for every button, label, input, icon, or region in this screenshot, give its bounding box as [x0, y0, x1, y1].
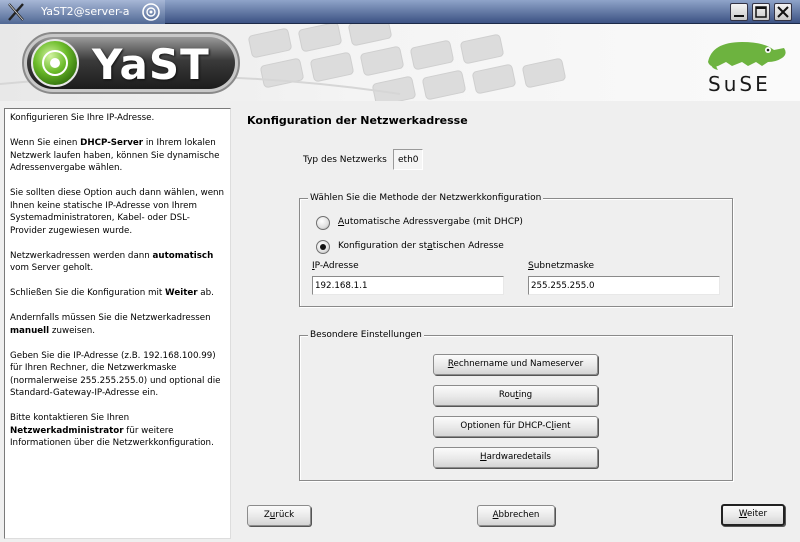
- close-icon: [777, 6, 789, 18]
- help-paragraph: Geben Sie die IP-Adresse (z.B. 192.168.1…: [10, 350, 225, 400]
- help-bold-text: manuell: [10, 325, 50, 336]
- label-text: tischen Adresse: [432, 241, 504, 251]
- label-text: Konfiguration der st: [338, 241, 428, 251]
- help-paragraph: Bitte kontaktieren Sie Ihren Netzwerkadm…: [10, 412, 225, 450]
- label-text: ardwaredetails: [486, 452, 551, 462]
- window-titlebar[interactable]: YaST2@server-a: [0, 0, 800, 24]
- routing-button[interactable]: Routing: [433, 385, 598, 406]
- dhcp-client-options-button[interactable]: Optionen für DHCP-Client: [433, 416, 598, 437]
- window-title: YaST2@server-a: [41, 5, 130, 18]
- page-title: Konfiguration der Netzwerkadresse: [247, 114, 468, 127]
- help-text: zuweisen.: [49, 325, 95, 336]
- config-method-group: Wählen Sie die Methode der Netzwerkkonfi…: [299, 193, 733, 307]
- maximize-icon: [755, 6, 767, 18]
- help-bold-text: automatisch: [152, 250, 214, 261]
- suse-logo-text: SuSE: [708, 72, 771, 96]
- special-settings-group-title: Besondere Einstellungen: [308, 330, 424, 340]
- help-paragraph: Schließen Sie die Konfiguration mit Weit…: [10, 287, 225, 300]
- help-text: Schließen Sie die Konfiguration mit: [10, 288, 166, 298]
- label-text: P-Adresse: [314, 261, 359, 271]
- help-text: Andernfalls müssen Sie die Netzwerkadres…: [10, 313, 211, 323]
- dhcp-radio[interactable]: [316, 216, 330, 230]
- subnet-mask-label: Subnetzmaske: [528, 261, 594, 271]
- maximize-button[interactable]: [752, 3, 770, 21]
- label-hotkey: W: [738, 509, 747, 519]
- help-bold-text: Weiter: [165, 288, 198, 298]
- label-text: ing: [518, 390, 533, 400]
- yast-logo-text: YaST: [92, 40, 210, 89]
- close-button[interactable]: [774, 3, 792, 21]
- network-type-value: eth0: [393, 149, 423, 170]
- help-paragraph: Sie sollten diese Option auch dann wähle…: [10, 187, 225, 237]
- help-text: Konfigurieren Sie Ihre IP-Adresse.: [10, 113, 155, 123]
- help-text: Sie sollten diese Option auch dann wähle…: [10, 188, 225, 236]
- special-settings-group: Besondere Einstellungen Rechnername und …: [299, 330, 733, 481]
- label-text: utomatische Adressvergabe (mit DHCP): [344, 217, 523, 227]
- next-button[interactable]: Weiter: [721, 504, 785, 526]
- help-text: Netzwerkadressen werden dann: [10, 250, 153, 261]
- label-text: ubnetzmaske: [533, 261, 595, 271]
- hostname-nameserver-button[interactable]: Rechnername und Nameserver: [433, 354, 598, 375]
- minimize-icon: [734, 15, 744, 17]
- help-paragraph: Wenn Sie einen DHCP-Server in Ihrem loka…: [10, 137, 225, 175]
- help-text-panel[interactable]: Konfigurieren Sie Ihre IP-Adresse. Wenn …: [4, 108, 231, 539]
- cancel-button[interactable]: Abbrechen: [477, 505, 555, 526]
- static-address-radio[interactable]: [316, 240, 330, 254]
- config-method-group-title: Wählen Sie die Methode der Netzwerkkonfi…: [308, 193, 544, 203]
- back-button[interactable]: Zurück: [247, 505, 311, 526]
- network-type-label: Typ des Netzwerks: [303, 155, 387, 165]
- label-text: Optionen für DHCP-C: [460, 421, 552, 431]
- help-text: Bitte kontaktieren Sie Ihren: [10, 413, 130, 423]
- x-window-icon: [8, 3, 24, 21]
- help-text: Geben Sie die IP-Adresse (z.B. 192.168.1…: [10, 350, 221, 399]
- help-bold-text: Netzwerkadministrator: [10, 425, 124, 436]
- label-text: Rou: [498, 390, 516, 400]
- ip-address-input[interactable]: 192.168.1.1: [312, 276, 504, 295]
- yast-banner: YaST SuSE: [0, 24, 800, 101]
- help-paragraph: Konfigurieren Sie Ihre IP-Adresse.: [10, 112, 225, 125]
- label-text: bbrechen: [498, 510, 540, 520]
- help-text: ab.: [197, 288, 214, 298]
- help-text: Wenn Sie einen: [10, 138, 81, 148]
- help-paragraph: Netzwerkadressen werden dann automatisch…: [10, 250, 225, 275]
- label-text: echnername und Nameserver: [453, 359, 584, 369]
- help-text: vom Server geholt.: [10, 263, 94, 273]
- subnet-mask-input[interactable]: 255.255.255.0: [528, 276, 720, 295]
- hardware-details-button[interactable]: Hardwaredetails: [433, 447, 598, 468]
- label-text: ient: [553, 421, 571, 431]
- help-bold-text: DHCP-Server: [80, 138, 144, 148]
- suse-chameleon-icon: [142, 3, 160, 21]
- help-paragraph: Andernfalls müssen Sie die Netzwerkadres…: [10, 312, 225, 337]
- minimize-button[interactable]: [730, 3, 748, 21]
- radio-selected-dot: [320, 244, 326, 250]
- static-address-radio-label[interactable]: Konfiguration der statischen Adresse: [338, 241, 504, 251]
- label-text: rück: [275, 510, 295, 520]
- window-title-tab[interactable]: YaST2@server-a: [0, 0, 165, 24]
- dhcp-radio-label[interactable]: Automatische Adressvergabe (mit DHCP): [338, 217, 523, 227]
- ip-address-label: IP-Adresse: [312, 261, 359, 271]
- label-text: eiter: [747, 509, 768, 519]
